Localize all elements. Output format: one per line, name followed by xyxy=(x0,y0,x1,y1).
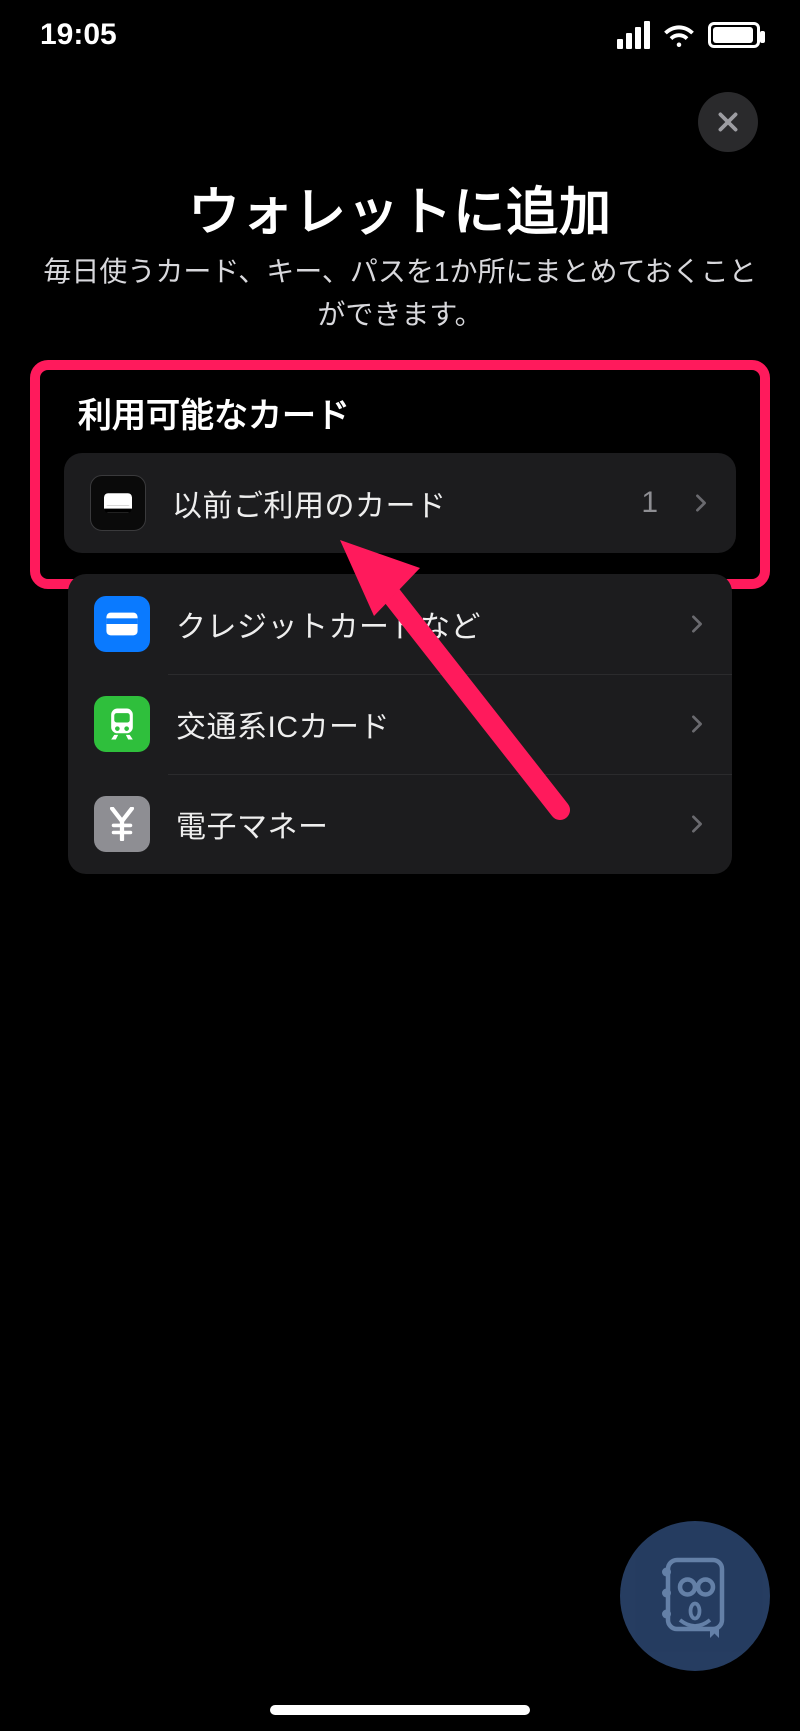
previous-cards-label: 以前ご利用のカード xyxy=(172,481,615,525)
available-cards-header: 利用可能なカード xyxy=(50,388,750,453)
watermark-icon xyxy=(650,1551,740,1641)
previous-cards-row[interactable]: 以前ご利用のカード 1 xyxy=(64,453,736,553)
credit-card-row[interactable]: クレジットカードなど xyxy=(68,574,732,674)
chevron-right-icon xyxy=(688,715,706,733)
card-types-section: クレジットカードなど 交通系ICカード 電子マネー xyxy=(54,574,746,874)
wifi-icon xyxy=(662,22,696,48)
cellular-icon xyxy=(617,21,650,49)
available-cards-section: 利用可能なカード 以前ご利用のカード 1 xyxy=(30,360,770,589)
transit-card-label: 交通系ICカード xyxy=(176,702,662,746)
status-time: 19:05 xyxy=(40,18,117,52)
battery-icon xyxy=(708,22,760,48)
yen-icon xyxy=(94,796,150,852)
transit-icon xyxy=(94,696,150,752)
wallet-icon xyxy=(90,475,146,531)
emoney-label: 電子マネー xyxy=(176,802,662,846)
watermark-badge xyxy=(620,1521,770,1671)
credit-card-label: クレジットカードなど xyxy=(176,602,662,646)
close-button[interactable] xyxy=(698,92,758,152)
home-indicator xyxy=(270,1705,530,1715)
status-bar: 19:05 xyxy=(0,0,800,70)
chevron-right-icon xyxy=(692,494,710,512)
status-right xyxy=(617,21,760,49)
emoney-row[interactable]: 電子マネー xyxy=(68,774,732,874)
page-title: ウォレットに追加 xyxy=(0,170,800,245)
page-subtitle: 毎日使うカード、キー、パスを1か所にまとめておくことができます。 xyxy=(40,250,760,337)
close-icon xyxy=(715,109,741,135)
transit-card-row[interactable]: 交通系ICカード xyxy=(68,674,732,774)
credit-card-icon xyxy=(94,596,150,652)
previous-cards-count: 1 xyxy=(641,486,658,520)
chevron-right-icon xyxy=(688,815,706,833)
card-types-list: クレジットカードなど 交通系ICカード 電子マネー xyxy=(68,574,732,874)
chevron-right-icon xyxy=(688,615,706,633)
available-cards-list: 以前ご利用のカード 1 xyxy=(64,453,736,553)
